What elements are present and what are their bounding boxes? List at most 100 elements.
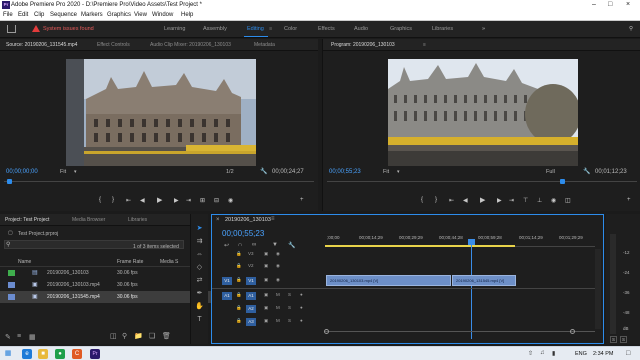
editing-menu-icon[interactable]: ≡ — [269, 26, 272, 32]
menu-graphics[interactable]: Graphics — [107, 12, 131, 18]
premiere-taskbar-icon[interactable]: Pr — [90, 349, 100, 359]
tab-assembly[interactable]: Assembly — [203, 26, 227, 32]
linked-selection-icon[interactable]: ∞ — [252, 242, 256, 248]
mark-out-icon[interactable]: } — [112, 197, 114, 203]
solo-button[interactable]: S — [288, 318, 291, 323]
source-fit-arrow-icon[interactable]: ▾ — [74, 169, 77, 175]
network-icon[interactable]: ⇧ — [528, 350, 533, 357]
program-timecode[interactable]: 00;00;55;23 — [329, 169, 361, 175]
lock-icon[interactable]: 🔒 — [236, 277, 242, 283]
mark-in-icon[interactable]: { — [99, 197, 101, 203]
col-name[interactable]: Name — [18, 259, 31, 265]
maximize-icon[interactable]: □ — [608, 1, 612, 8]
meter-solo-button[interactable]: S — [620, 336, 628, 343]
icon-view-icon[interactable]: ▦ — [29, 333, 36, 341]
source-add-button-icon[interactable]: + — [300, 197, 304, 203]
sync-lock-icon[interactable]: ▣ — [264, 305, 268, 311]
list-view-icon[interactable]: ≡ — [17, 333, 21, 340]
tab-effect-controls[interactable]: Effect Controls — [97, 42, 130, 48]
new-item-icon[interactable]: ❏ — [149, 332, 155, 340]
menu-window[interactable]: Window — [152, 12, 173, 18]
sync-lock-icon[interactable]: ▣ — [264, 318, 268, 324]
tab-color[interactable]: Color — [284, 26, 297, 32]
menu-help[interactable]: Help — [181, 12, 193, 18]
zoom-handle-right[interactable] — [570, 329, 575, 334]
source-fit-dropdown[interactable]: Fit — [60, 169, 66, 175]
tab-metadata[interactable]: Metadata — [254, 42, 275, 48]
source-settings-wrench-icon[interactable]: 🔧 — [260, 168, 267, 175]
mute-button[interactable]: M — [276, 292, 280, 297]
export-frame-icon[interactable]: ◉ — [228, 197, 233, 204]
lock-icon[interactable]: 🔒 — [236, 292, 242, 298]
program-menu-icon[interactable]: ≡ — [423, 42, 426, 48]
source-playhead[interactable] — [7, 179, 12, 184]
sync-lock-icon[interactable]: ▣ — [264, 277, 268, 283]
razor-tool-icon[interactable]: ◇ — [195, 263, 204, 272]
timeline-timecode[interactable]: 00;00;55;23 — [222, 229, 264, 238]
program-mark-out-icon[interactable]: } — [435, 197, 437, 203]
track-label-a1[interactable]: A1 — [246, 292, 256, 300]
program-video[interactable] — [388, 59, 578, 166]
extract-icon[interactable]: ⊥ — [537, 197, 542, 204]
menu-sequence[interactable]: Sequence — [50, 12, 77, 18]
eye-icon[interactable]: ◉ — [276, 277, 280, 283]
program-scrubber[interactable] — [327, 181, 637, 184]
menu-file[interactable]: File — [3, 12, 13, 18]
eye-icon[interactable]: ◉ — [276, 251, 280, 257]
list-item-selected[interactable]: ▣ 20190206_131545.mp4 30.06 fps — [0, 291, 215, 303]
new-bin-icon[interactable]: 📁 — [134, 332, 143, 340]
lock-icon[interactable]: 🔒 — [236, 251, 242, 257]
trash-icon[interactable]: 🗑 — [162, 332, 171, 340]
time-ruler[interactable]: ;00;00 00;00;14;29 00;00;29;29 00;00;44;… — [325, 233, 595, 247]
sync-lock-icon[interactable]: ▣ — [264, 292, 268, 298]
clock[interactable]: 2:34 PM — [593, 351, 613, 357]
volume-icon[interactable]: ♫ — [540, 350, 545, 356]
program-export-frame-icon[interactable]: ◉ — [551, 197, 556, 204]
tab-learning[interactable]: Learning — [164, 26, 185, 32]
battery-icon[interactable]: ▮ — [552, 350, 555, 357]
program-fit-dropdown[interactable]: Fit — [383, 169, 389, 175]
mic-icon[interactable]: ● — [300, 292, 303, 297]
video-audio-divider[interactable] — [212, 288, 595, 289]
home-icon[interactable] — [7, 25, 16, 33]
timeline-sequence-tab[interactable]: 20190206_130103 — [225, 217, 271, 223]
program-playhead[interactable] — [560, 179, 565, 184]
program-go-to-out-icon[interactable]: ⇥ — [509, 197, 514, 204]
source-patch-a1[interactable]: A1 — [222, 292, 232, 300]
tab-audio[interactable]: Audio — [354, 26, 368, 32]
track-label-a2[interactable]: A2 — [246, 305, 256, 313]
add-marker-icon[interactable]: ▼ — [272, 242, 278, 248]
list-item[interactable]: ▣ 20190206_130103.mp4 30.06 fps — [0, 279, 215, 291]
tab-effects[interactable]: Effects — [318, 26, 335, 32]
program-step-forward-icon[interactable]: ▶ — [497, 197, 502, 204]
vertical-scrollbar[interactable] — [595, 249, 601, 329]
edge-icon[interactable]: e — [22, 349, 32, 359]
find-icon[interactable]: ⚲ — [122, 332, 127, 340]
notifications-icon[interactable]: □ — [626, 350, 630, 357]
solo-button[interactable]: S — [288, 292, 291, 297]
lock-icon[interactable]: 🔒 — [236, 263, 242, 269]
mute-button[interactable]: M — [276, 305, 280, 310]
tab-program[interactable]: Program: 20190206_130103 — [331, 42, 395, 48]
track-v1[interactable]: V1 🔒 V1 ▣ ◉ — [212, 275, 322, 287]
nest-icon[interactable]: ↩ — [224, 242, 229, 249]
pen-tool-icon[interactable]: ✒ — [195, 289, 204, 298]
ripple-edit-tool-icon[interactable]: ⇔ — [195, 250, 204, 259]
label-color-swatch[interactable] — [8, 270, 15, 276]
source-scrubber[interactable] — [4, 181, 314, 184]
timeline-clip[interactable]: 20190206_130103.mp4 [V] — [326, 275, 451, 286]
track-a3[interactable]: 🔒 A3 ▣ M S ● — [212, 316, 322, 328]
solo-button[interactable]: S — [288, 305, 291, 310]
close-icon[interactable]: × — [626, 1, 630, 8]
overwrite-icon[interactable]: ⊟ — [214, 197, 219, 204]
program-fit-arrow-icon[interactable]: ▾ — [397, 169, 400, 175]
sync-lock-icon[interactable]: ▣ — [264, 251, 268, 257]
go-to-in-icon[interactable]: ⇤ — [126, 197, 131, 204]
label-color-swatch[interactable] — [8, 282, 15, 288]
program-go-to-in-icon[interactable]: ⇤ — [449, 197, 454, 204]
program-step-back-icon[interactable]: ◀ — [463, 197, 468, 204]
timeline-playhead[interactable] — [471, 239, 472, 339]
file-explorer-icon[interactable]: ■ — [38, 349, 48, 359]
program-add-button-icon[interactable]: + — [627, 197, 631, 203]
timeline-settings-icon[interactable]: 🔧 — [288, 242, 295, 249]
